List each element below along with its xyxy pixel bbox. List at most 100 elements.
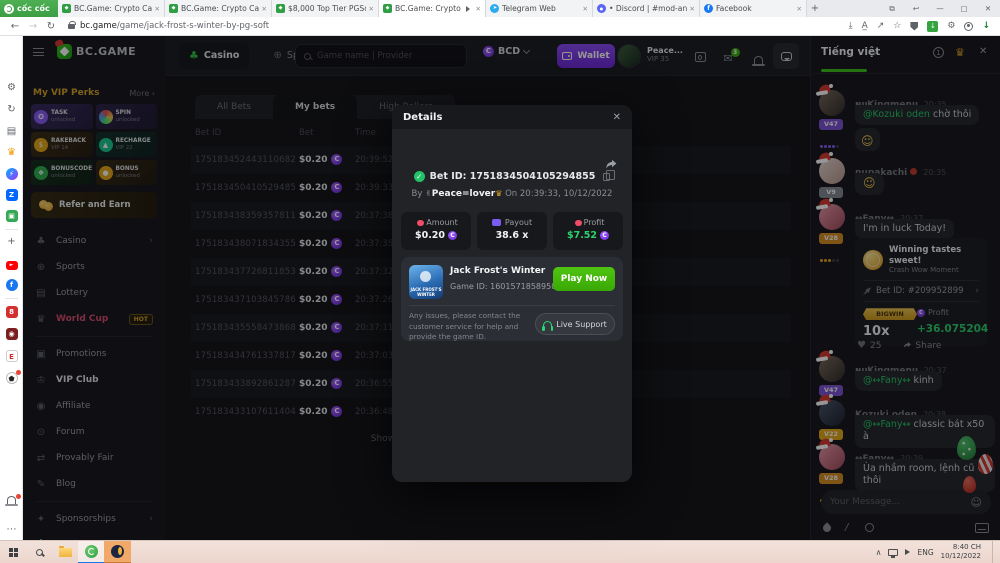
media-panel-icon[interactable]: ⧉ xyxy=(880,4,904,14)
start-button[interactable] xyxy=(0,541,26,563)
sidebar-item-world-cup[interactable]: ♛World CupHOT xyxy=(23,306,165,332)
mention-link[interactable]: @↔Fany↔ xyxy=(863,375,910,386)
share-icon[interactable]: ↗ xyxy=(877,21,885,31)
like-button[interactable]: ♥25 xyxy=(857,340,881,351)
avatar[interactable] xyxy=(819,204,845,230)
games-icon[interactable]: ▣ xyxy=(0,210,23,222)
more-icon[interactable]: ⋯ xyxy=(0,524,23,535)
tip-coin-icon[interactable] xyxy=(865,523,874,532)
forward-button[interactable]: → xyxy=(24,21,42,32)
browser-tab[interactable]: BC.Game: Crypto Casino✕ xyxy=(165,0,272,17)
downloads-icon[interactable]: ↓ xyxy=(982,21,990,31)
youtube-icon[interactable]: ► xyxy=(0,258,23,270)
new-tab-button[interactable]: + xyxy=(807,0,823,17)
win-card-bet-id[interactable]: Bet ID: #209952899› xyxy=(863,280,979,302)
sidebar-item-provably-fair[interactable]: ⇄Provably Fair xyxy=(23,445,165,471)
language-indicator[interactable]: ENG xyxy=(917,548,933,557)
avatar[interactable] xyxy=(819,444,845,470)
tray-expand-icon[interactable]: ∧ xyxy=(876,548,882,557)
coccoc-brand[interactable]: cốc cốc xyxy=(0,0,58,17)
messenger-icon[interactable]: ⚡ xyxy=(0,168,23,180)
modal-close-icon[interactable]: ✕ xyxy=(613,112,621,123)
add-shortcut-icon[interactable]: + xyxy=(0,236,23,247)
address-bar[interactable]: bc.game/game/jack-frost-s-winter-by-pg-s… xyxy=(80,21,269,31)
hamburger-menu-icon[interactable] xyxy=(33,48,44,56)
share-button[interactable]: Share xyxy=(903,340,941,351)
app-icon-photo[interactable]: ◉ xyxy=(0,328,23,340)
gif-keyboard-icon[interactable] xyxy=(975,523,989,533)
bcgame-logo[interactable]: BC.GAME xyxy=(57,44,136,59)
show-desktop-button[interactable] xyxy=(992,541,996,563)
chevron-right-icon[interactable]: › xyxy=(873,48,877,59)
chat-language[interactable]: Tiếng việt xyxy=(821,46,880,58)
file-explorer-button[interactable] xyxy=(52,541,78,563)
browser-tab[interactable]: • Discord | #mod-ann✕ xyxy=(593,0,700,17)
sidebar-item-blog[interactable]: ✎Blog xyxy=(23,471,165,497)
chat-input-box[interactable] xyxy=(821,490,991,514)
session-restore-icon[interactable]: ↩ xyxy=(904,4,928,13)
perk-task[interactable]: ✪TASKunlocked xyxy=(31,104,93,129)
game-thumbnail[interactable] xyxy=(409,265,443,299)
crown-icon[interactable]: ♛ xyxy=(0,147,23,158)
sidebar-item-casino[interactable]: ♣Casino› xyxy=(23,228,165,254)
copy-icon[interactable] xyxy=(603,173,610,181)
sidebar-item-promotions[interactable]: ▣Promotions xyxy=(23,341,165,367)
tab-close-icon[interactable]: ✕ xyxy=(476,5,481,13)
avatar[interactable] xyxy=(819,158,845,184)
soccer-ball-icon[interactable]: ⬟ xyxy=(0,372,23,384)
vip-perks-more[interactable]: More › xyxy=(129,89,155,98)
avatar[interactable] xyxy=(819,356,845,382)
app-icon-red[interactable]: 8 xyxy=(0,306,23,318)
padlock-icon[interactable] xyxy=(68,24,75,29)
tab-close-icon[interactable]: ✕ xyxy=(583,5,588,13)
browser-tab[interactable]: BC.Game: Crypto Casino✕ xyxy=(58,0,165,17)
tab-all-bets[interactable]: All Bets xyxy=(195,95,273,119)
save-page-icon[interactable]: ⤓ xyxy=(849,21,853,31)
reading-list-icon[interactable]: ▤ xyxy=(0,126,23,137)
perk-spin[interactable]: SPINunlocked xyxy=(96,104,158,129)
tab-close-icon[interactable]: ✕ xyxy=(797,5,802,13)
tab-my-bets[interactable]: My bets xyxy=(273,95,357,119)
chat-close-icon[interactable]: ✕ xyxy=(979,46,987,57)
settings-gear-icon[interactable]: ⚙ xyxy=(0,82,23,93)
notification-bell-icon[interactable] xyxy=(0,496,23,507)
chat-rules-icon[interactable] xyxy=(933,47,944,58)
reaction-bubble[interactable] xyxy=(855,128,880,151)
volume-icon[interactable] xyxy=(905,549,910,555)
coccoc-taskbar-button[interactable] xyxy=(78,541,104,563)
app-icon-e[interactable]: E xyxy=(0,350,23,362)
zalo-icon[interactable]: Z xyxy=(0,189,23,201)
browser-tab[interactable]: $8,000 Top Tier PGSoft: M✕ xyxy=(272,0,379,17)
play-now-button[interactable]: Play Now xyxy=(553,267,615,291)
refer-and-earn-banner[interactable]: Refer and Earn xyxy=(31,192,157,218)
perk-bonuscode[interactable]: ❖BONUSCODEunlocked xyxy=(31,160,93,185)
avatar[interactable] xyxy=(819,400,845,426)
extensions-icon[interactable]: ⚙ xyxy=(947,21,955,31)
minimize-button[interactable]: — xyxy=(928,4,952,13)
downloader-icon[interactable]: ↓ xyxy=(927,21,938,32)
perk-rakeback[interactable]: $RAKEBACKVIP 14 xyxy=(31,132,93,157)
reload-button[interactable]: ↻ xyxy=(42,21,60,32)
tab-close-icon[interactable]: ✕ xyxy=(155,5,160,13)
leaderboard-trophy-icon[interactable] xyxy=(955,46,965,59)
avatar[interactable] xyxy=(819,90,845,116)
win-share-card[interactable]: Winning tastes sweet!Crash Wow Moment Be… xyxy=(855,238,987,346)
live-support-button[interactable]: Live Support xyxy=(535,313,615,335)
sidebar-item-vip-club[interactable]: ♔VIP Club xyxy=(23,367,165,393)
browser-tab-active[interactable]: BC.Game: Crypto Ca✕ xyxy=(379,0,486,17)
bookmark-star-icon[interactable]: ☆ xyxy=(893,21,901,31)
taskbar-search[interactable] xyxy=(26,541,52,563)
mention-link[interactable]: @Kozuki oden xyxy=(863,109,930,120)
mention-link[interactable]: @↔Fany↔ xyxy=(863,419,910,430)
slash-command-icon[interactable]: / xyxy=(845,522,848,533)
emoji-picker-icon[interactable] xyxy=(971,496,982,509)
network-icon[interactable] xyxy=(888,549,898,556)
perk-bonus[interactable]: ●BONUSunlocked xyxy=(96,160,158,185)
maximize-button[interactable]: ▢ xyxy=(952,4,976,13)
bet-owner[interactable]: Peace=lover xyxy=(432,189,495,199)
facebook-icon[interactable]: f xyxy=(0,279,23,291)
adblock-shield-icon[interactable] xyxy=(910,22,918,31)
sidebar-item-sports[interactable]: ⊕Sports xyxy=(23,254,165,280)
sidebar-item-lottery[interactable]: ▤Lottery xyxy=(23,280,165,306)
sidebar-item-sponsorships[interactable]: ✦Sponsorships› xyxy=(23,506,165,532)
